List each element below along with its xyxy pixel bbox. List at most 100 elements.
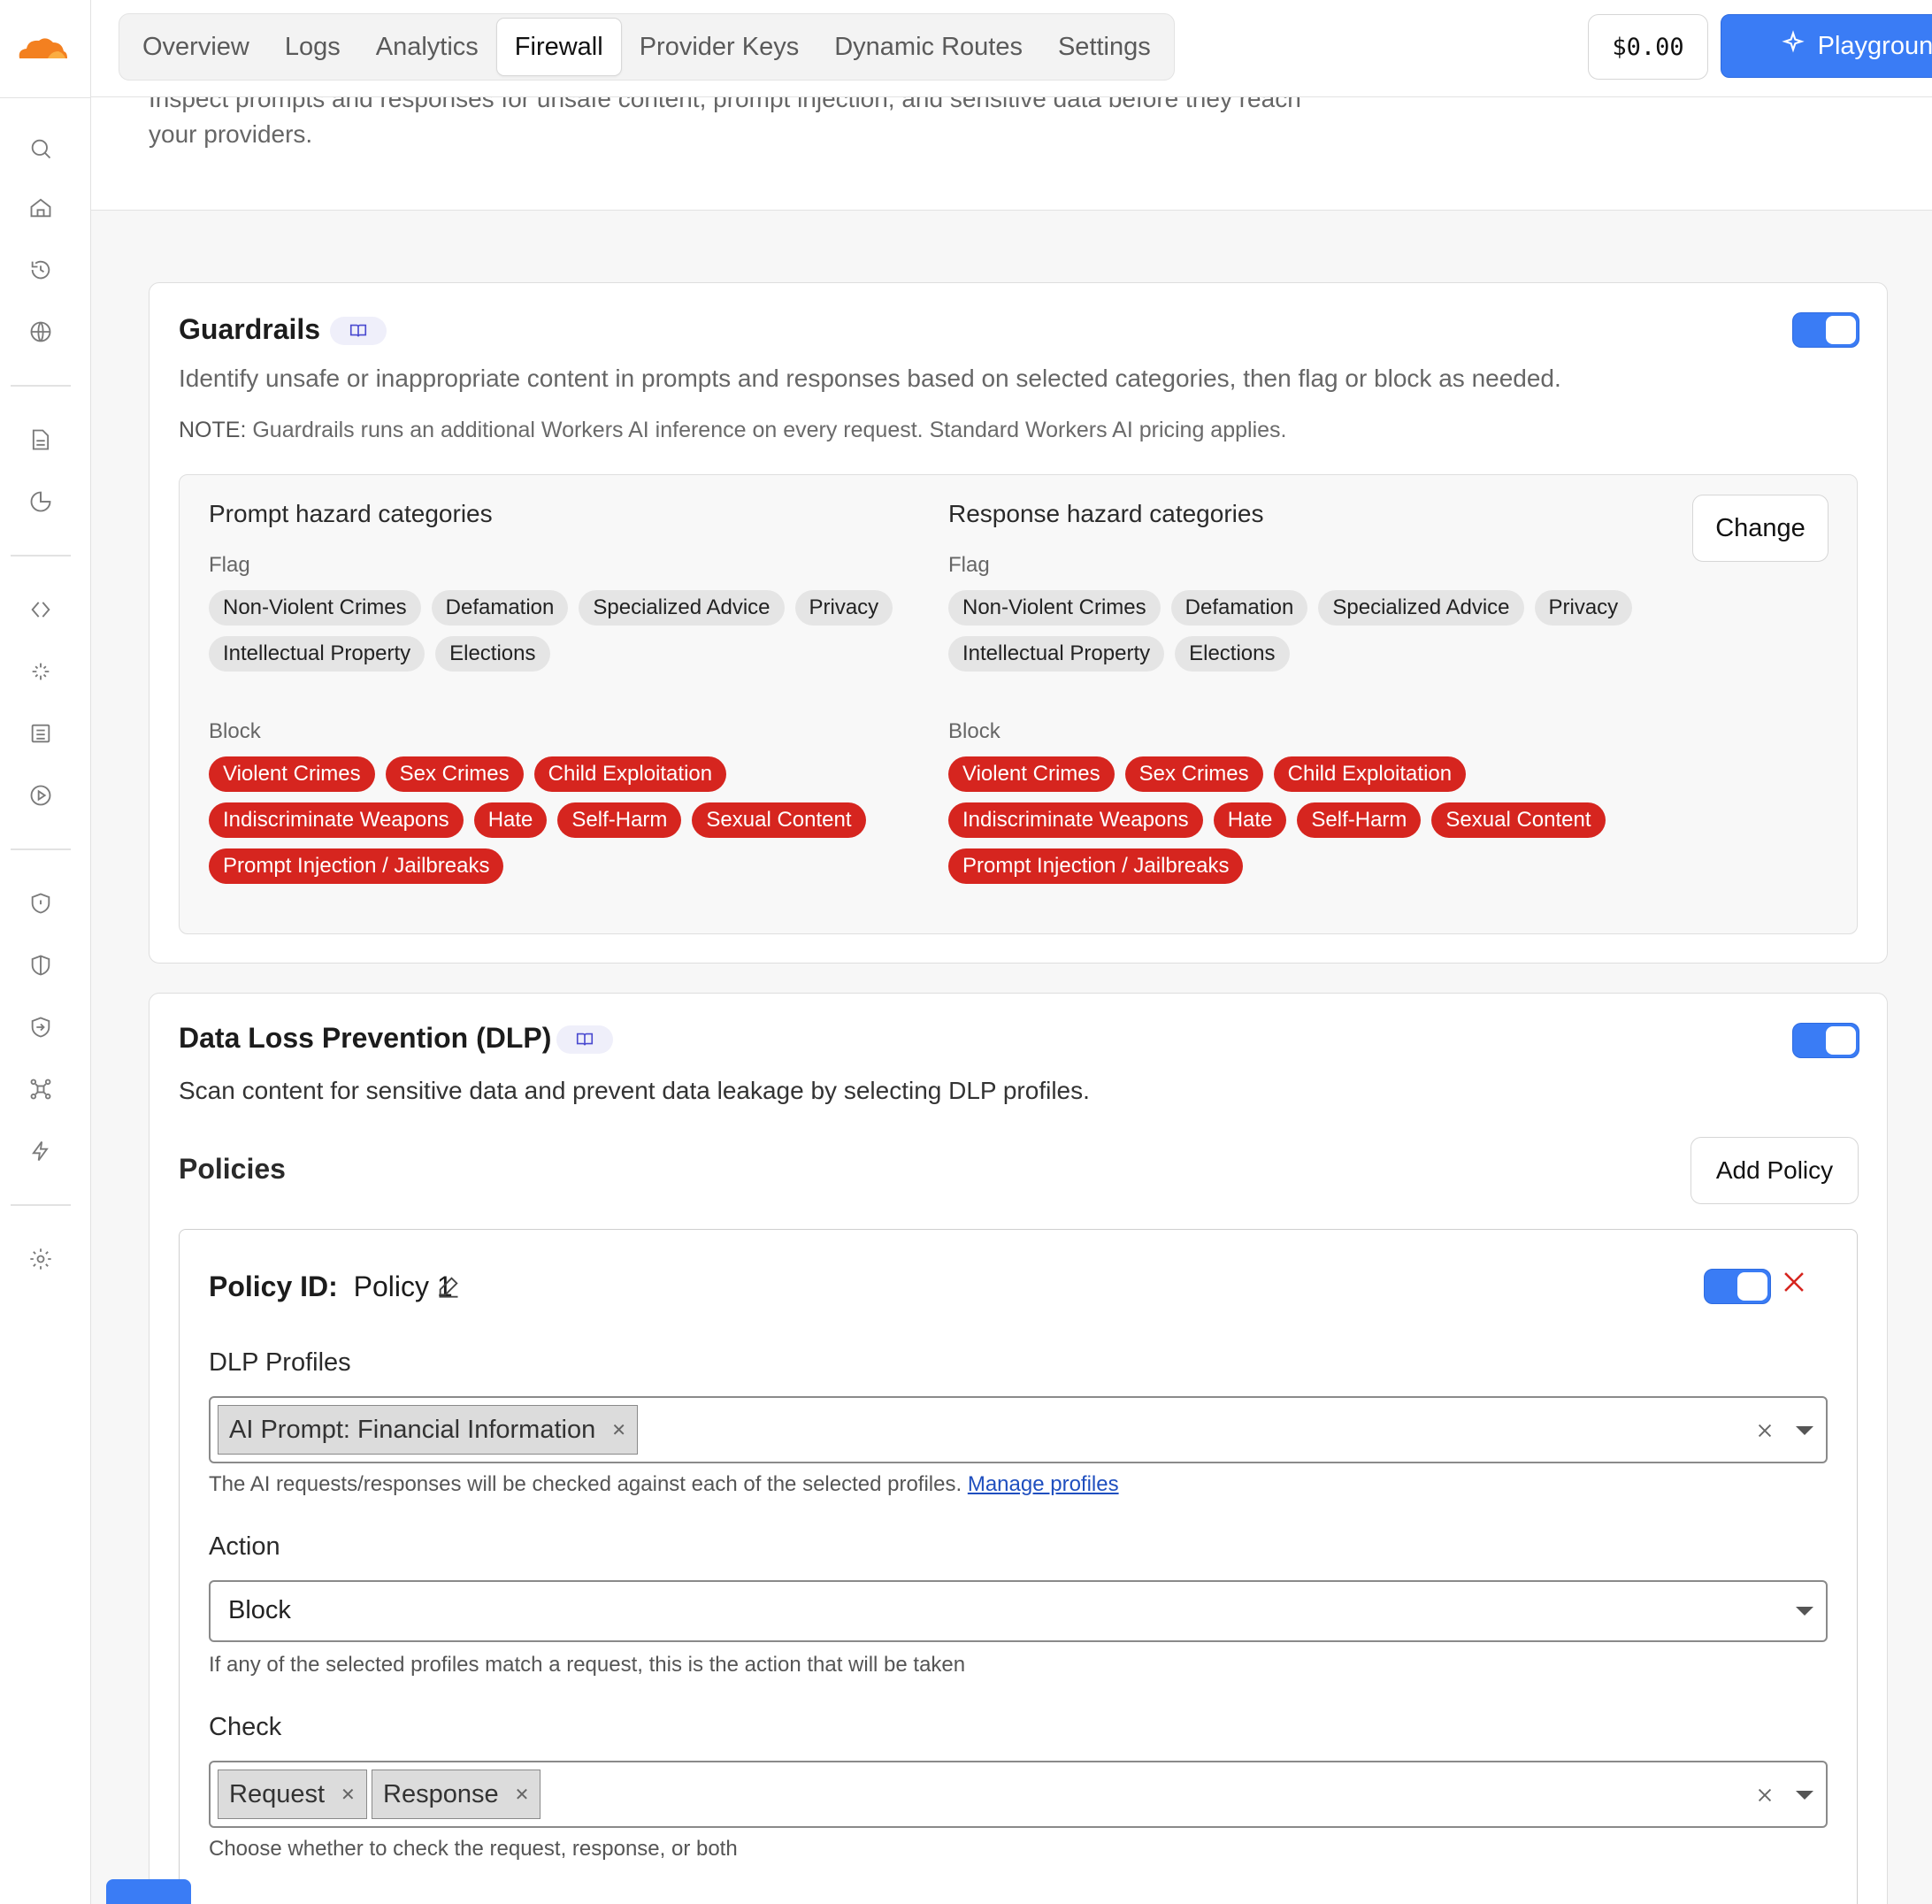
- bolt-icon[interactable]: [27, 1137, 55, 1165]
- check-helper: Choose whether to check the request, res…: [209, 1837, 738, 1861]
- home-icon[interactable]: [27, 194, 55, 222]
- profiles-helper-text: The AI requests/responses will be checke…: [209, 1472, 962, 1496]
- guardrails-toggle[interactable]: [1792, 312, 1859, 348]
- chip-flag: Non-Violent Crimes: [948, 590, 1161, 626]
- chip-flag: Specialized Advice: [579, 590, 785, 626]
- manage-profiles-link[interactable]: Manage profiles: [968, 1472, 1119, 1496]
- chip-block: Hate: [473, 802, 548, 838]
- check-label: Check: [209, 1713, 282, 1741]
- prompt-flag-label: Flag: [209, 553, 250, 577]
- action-select-value: Block: [228, 1596, 291, 1624]
- chip-flag: Non-Violent Crimes: [209, 590, 421, 626]
- dlp-card: Data Loss Prevention (DLP) Scan content …: [149, 993, 1888, 1904]
- sparkle-icon[interactable]: [27, 657, 55, 686]
- shield-icon[interactable]: [27, 889, 55, 917]
- policy-id: Policy ID: Policy 1: [209, 1271, 453, 1303]
- action-select[interactable]: Block: [209, 1580, 1828, 1642]
- page-description: Inspect prompts and responses for unsafe…: [149, 97, 1301, 148]
- note-label: NOTE:: [179, 418, 247, 442]
- tab-analytics[interactable]: Analytics: [358, 18, 496, 76]
- edit-pencil-icon[interactable]: [436, 1274, 461, 1299]
- dlp-profiles-helper: The AI requests/responses will be checke…: [209, 1472, 1119, 1497]
- tab-settings[interactable]: Settings: [1040, 18, 1169, 76]
- remove-tag-close-icon[interactable]: ✕: [611, 1419, 626, 1441]
- guardrails-card: Guardrails Identify unsafe or inappropri…: [149, 282, 1888, 964]
- chip-block: Prompt Injection / Jailbreaks: [209, 848, 504, 884]
- chip-block: Sex Crimes: [385, 756, 524, 792]
- add-policy-button[interactable]: Add Policy: [1690, 1137, 1859, 1204]
- change-categories-button[interactable]: Change: [1692, 495, 1828, 562]
- play-icon[interactable]: [27, 781, 55, 810]
- dlp-description: Scan content for sensitive data and prev…: [179, 1077, 1090, 1104]
- check-tag-request: Request ✕: [218, 1770, 367, 1819]
- cloudflare-logo-icon[interactable]: [12, 32, 69, 64]
- shield-half-icon[interactable]: [27, 951, 55, 979]
- playground-label: Playground: [1817, 31, 1932, 60]
- cost-badge[interactable]: $0.00: [1588, 14, 1708, 80]
- clear-selection-close-icon[interactable]: [1755, 1785, 1775, 1805]
- dlp-profiles-label: DLP Profiles: [209, 1348, 351, 1377]
- chip-block: Indiscriminate Weapons: [209, 802, 464, 838]
- remove-tag-close-icon[interactable]: ✕: [341, 1784, 356, 1806]
- rail-divider: [11, 385, 71, 387]
- rail-divider: [11, 1204, 71, 1206]
- dlp-title: Data Loss Prevention (DLP): [179, 1022, 552, 1054]
- tab-provider-keys[interactable]: Provider Keys: [622, 18, 817, 76]
- prompt-block-label: Block: [209, 719, 261, 743]
- check-tag-label: Request: [229, 1779, 326, 1808]
- response-block-label: Block: [948, 719, 1000, 743]
- chip-block: Hate: [1213, 802, 1287, 838]
- dlp-toggle[interactable]: [1792, 1023, 1859, 1058]
- floating-settings-button[interactable]: [106, 1879, 191, 1904]
- prompt-flag-chips: Non-Violent Crimes Defamation Specialize…: [209, 590, 934, 672]
- chip-flag: Privacy: [794, 590, 893, 626]
- policy-toggle[interactable]: [1704, 1269, 1771, 1304]
- action-label: Action: [209, 1532, 280, 1561]
- tab-logs[interactable]: Logs: [267, 18, 358, 76]
- login-icon[interactable]: [27, 1013, 55, 1041]
- response-flag-label: Flag: [948, 553, 990, 577]
- globe-icon[interactable]: [27, 318, 55, 346]
- search-icon[interactable]: [27, 134, 55, 163]
- docs-book-icon[interactable]: [556, 1025, 613, 1054]
- chip-flag: Elections: [1175, 636, 1290, 672]
- chip-flag: Privacy: [1534, 590, 1633, 626]
- guardrails-note: NOTE: Guardrails runs an additional Work…: [179, 418, 1286, 443]
- check-multiselect[interactable]: Request ✕ Response ✕: [209, 1761, 1828, 1828]
- chip-block: Violent Crimes: [948, 756, 1115, 792]
- page-header: Inspect prompts and responses for unsafe…: [91, 97, 1932, 211]
- action-helper: If any of the selected profiles match a …: [209, 1653, 966, 1677]
- chevron-down-icon[interactable]: [1796, 1426, 1813, 1435]
- network-icon[interactable]: [27, 1075, 55, 1103]
- document-icon[interactable]: [27, 426, 55, 454]
- chip-block: Sexual Content: [692, 802, 866, 838]
- clear-selection-close-icon[interactable]: [1755, 1421, 1775, 1440]
- chevron-down-icon[interactable]: [1796, 1607, 1813, 1616]
- chevron-down-icon[interactable]: [1796, 1791, 1813, 1800]
- chip-block: Child Exploitation: [533, 756, 727, 792]
- list-icon[interactable]: [27, 719, 55, 748]
- delete-policy-close-icon[interactable]: [1779, 1267, 1809, 1297]
- chip-block: Prompt Injection / Jailbreaks: [948, 848, 1244, 884]
- tab-overview[interactable]: Overview: [125, 18, 267, 76]
- chip-block: Child Exploitation: [1273, 756, 1467, 792]
- chip-block: Self-Harm: [557, 802, 682, 838]
- chip-flag: Specialized Advice: [1318, 590, 1524, 626]
- tab-dynamic-routes[interactable]: Dynamic Routes: [816, 18, 1040, 76]
- tab-firewall[interactable]: Firewall: [495, 18, 622, 76]
- prompt-hazard-title: Prompt hazard categories: [209, 500, 493, 527]
- policy-id-label: Policy ID:: [209, 1271, 338, 1302]
- playground-button[interactable]: Playground: [1721, 14, 1932, 78]
- docs-book-icon[interactable]: [330, 317, 387, 345]
- pie-chart-icon[interactable]: [27, 488, 55, 516]
- gear-icon[interactable]: [27, 1245, 55, 1273]
- history-icon[interactable]: [27, 256, 55, 284]
- dlp-profiles-multiselect[interactable]: AI Prompt: Financial Information ✕: [209, 1396, 1828, 1463]
- prompt-block-chips: Violent Crimes Sex Crimes Child Exploita…: [209, 756, 934, 884]
- profile-tag: AI Prompt: Financial Information ✕: [218, 1405, 638, 1455]
- remove-tag-close-icon[interactable]: ✕: [515, 1784, 530, 1806]
- check-tag-response: Response ✕: [372, 1770, 541, 1819]
- rail-divider: [11, 848, 71, 850]
- code-icon[interactable]: [27, 595, 55, 624]
- chip-flag: Intellectual Property: [209, 636, 426, 672]
